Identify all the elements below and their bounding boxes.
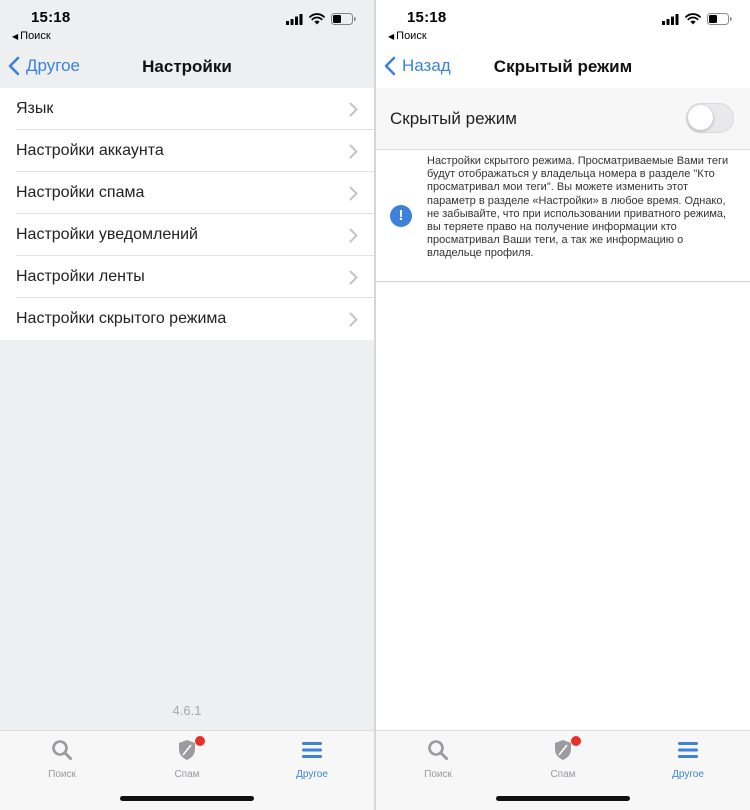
back-button-label: Другое xyxy=(26,56,81,75)
settings-item-label: Настройки уведомлений xyxy=(16,226,198,243)
cellular-signal-icon xyxy=(662,13,679,25)
search-icon xyxy=(428,740,448,760)
status-back-label: Поиск xyxy=(396,30,427,42)
settings-item-stealth-mode[interactable]: Настройки скрытого режима xyxy=(0,298,374,340)
back-button[interactable]: Назад xyxy=(384,56,451,76)
tab-label: Спам xyxy=(550,769,576,780)
stealth-mode-toggle[interactable] xyxy=(686,103,734,133)
notification-badge xyxy=(195,736,205,746)
navigation-bar: Другое Настройки xyxy=(0,48,374,88)
notification-badge xyxy=(571,736,581,746)
stealth-mode-row: Скрытый режим xyxy=(376,88,750,150)
wifi-icon xyxy=(685,13,701,25)
back-triangle-icon: ◀ xyxy=(12,32,19,41)
settings-item-label: Настройки ленты xyxy=(16,268,145,285)
tab-other[interactable]: Другое xyxy=(262,739,362,780)
shield-icon xyxy=(555,740,571,760)
tab-other[interactable]: Другое xyxy=(638,739,738,780)
cellular-signal-icon xyxy=(286,13,303,25)
status-bar: 15:18 ◀ Поиск xyxy=(376,0,750,48)
tab-label: Другое xyxy=(672,769,704,780)
settings-item-label: Настройки спама xyxy=(16,184,145,201)
battery-icon xyxy=(707,13,732,25)
wifi-icon xyxy=(309,13,325,25)
chevron-right-icon xyxy=(349,312,358,327)
battery-icon xyxy=(331,13,356,25)
status-bar: 15:18 ◀ Поиск xyxy=(0,0,374,48)
status-time: 15:18 xyxy=(31,9,71,26)
toggle-knob xyxy=(688,105,713,130)
stealth-mode-label: Скрытый режим xyxy=(390,109,517,128)
chevron-left-icon xyxy=(8,56,20,76)
status-back-label: Поиск xyxy=(20,30,51,42)
home-indicator[interactable] xyxy=(120,796,254,801)
settings-item-notifications[interactable]: Настройки уведомлений xyxy=(0,214,374,256)
settings-item-account[interactable]: Настройки аккаунта xyxy=(0,130,374,172)
chevron-right-icon xyxy=(349,270,358,285)
app-version: 4.6.1 xyxy=(172,703,202,718)
tab-bar: Поиск Спам Другое xyxy=(0,730,374,810)
status-back-to-app[interactable]: ◀ Поиск xyxy=(388,30,427,42)
stealth-mode-info: ! Настройки скрытого режима. Просматрива… xyxy=(376,150,750,282)
settings-item-spam[interactable]: Настройки спама xyxy=(0,172,374,214)
settings-item-label: Настройки скрытого режима xyxy=(16,310,227,327)
back-triangle-icon: ◀ xyxy=(388,32,395,41)
shield-icon xyxy=(179,740,195,760)
tab-search[interactable]: Поиск xyxy=(12,739,112,780)
menu-icon xyxy=(302,742,322,758)
search-icon xyxy=(52,740,72,760)
tab-search[interactable]: Поиск xyxy=(388,739,488,780)
chevron-right-icon xyxy=(349,186,358,201)
settings-item-label: Язык xyxy=(16,100,54,117)
settings-item-label: Настройки аккаунта xyxy=(16,142,164,159)
tab-spam[interactable]: Спам xyxy=(137,736,237,780)
back-button-label: Назад xyxy=(402,56,451,75)
stealth-mode-screen: 15:18 ◀ Поиск Назад Скрытый режим Скрыты… xyxy=(376,0,750,810)
chevron-right-icon xyxy=(349,144,358,159)
chevron-right-icon xyxy=(349,102,358,117)
info-description: Настройки скрытого режима. Просматриваем… xyxy=(427,155,729,260)
tab-bar: Поиск Спам Другое xyxy=(376,730,750,810)
status-time: 15:18 xyxy=(407,9,447,26)
chevron-right-icon xyxy=(349,228,358,243)
status-back-to-app[interactable]: ◀ Поиск xyxy=(12,30,51,42)
status-icons xyxy=(662,13,732,25)
settings-item-feed[interactable]: Настройки ленты xyxy=(0,256,374,298)
tab-label: Поиск xyxy=(48,769,76,780)
tab-label: Другое xyxy=(296,769,328,780)
settings-list: Язык Настройки аккаунта Настройки спама … xyxy=(0,88,374,340)
navigation-bar: Назад Скрытый режим xyxy=(376,48,750,88)
status-icons xyxy=(286,13,356,25)
tab-label: Поиск xyxy=(424,769,452,780)
home-indicator[interactable] xyxy=(496,796,630,801)
settings-item-language[interactable]: Язык xyxy=(0,88,374,130)
tab-label: Спам xyxy=(174,769,200,780)
settings-screen: 15:18 ◀ Поиск Другое Настройки Язык Наст… xyxy=(0,0,374,810)
info-exclamation-icon: ! xyxy=(390,205,412,227)
menu-icon xyxy=(678,742,698,758)
tab-spam[interactable]: Спам xyxy=(513,736,613,780)
back-button[interactable]: Другое xyxy=(8,56,80,76)
chevron-left-icon xyxy=(384,56,396,76)
